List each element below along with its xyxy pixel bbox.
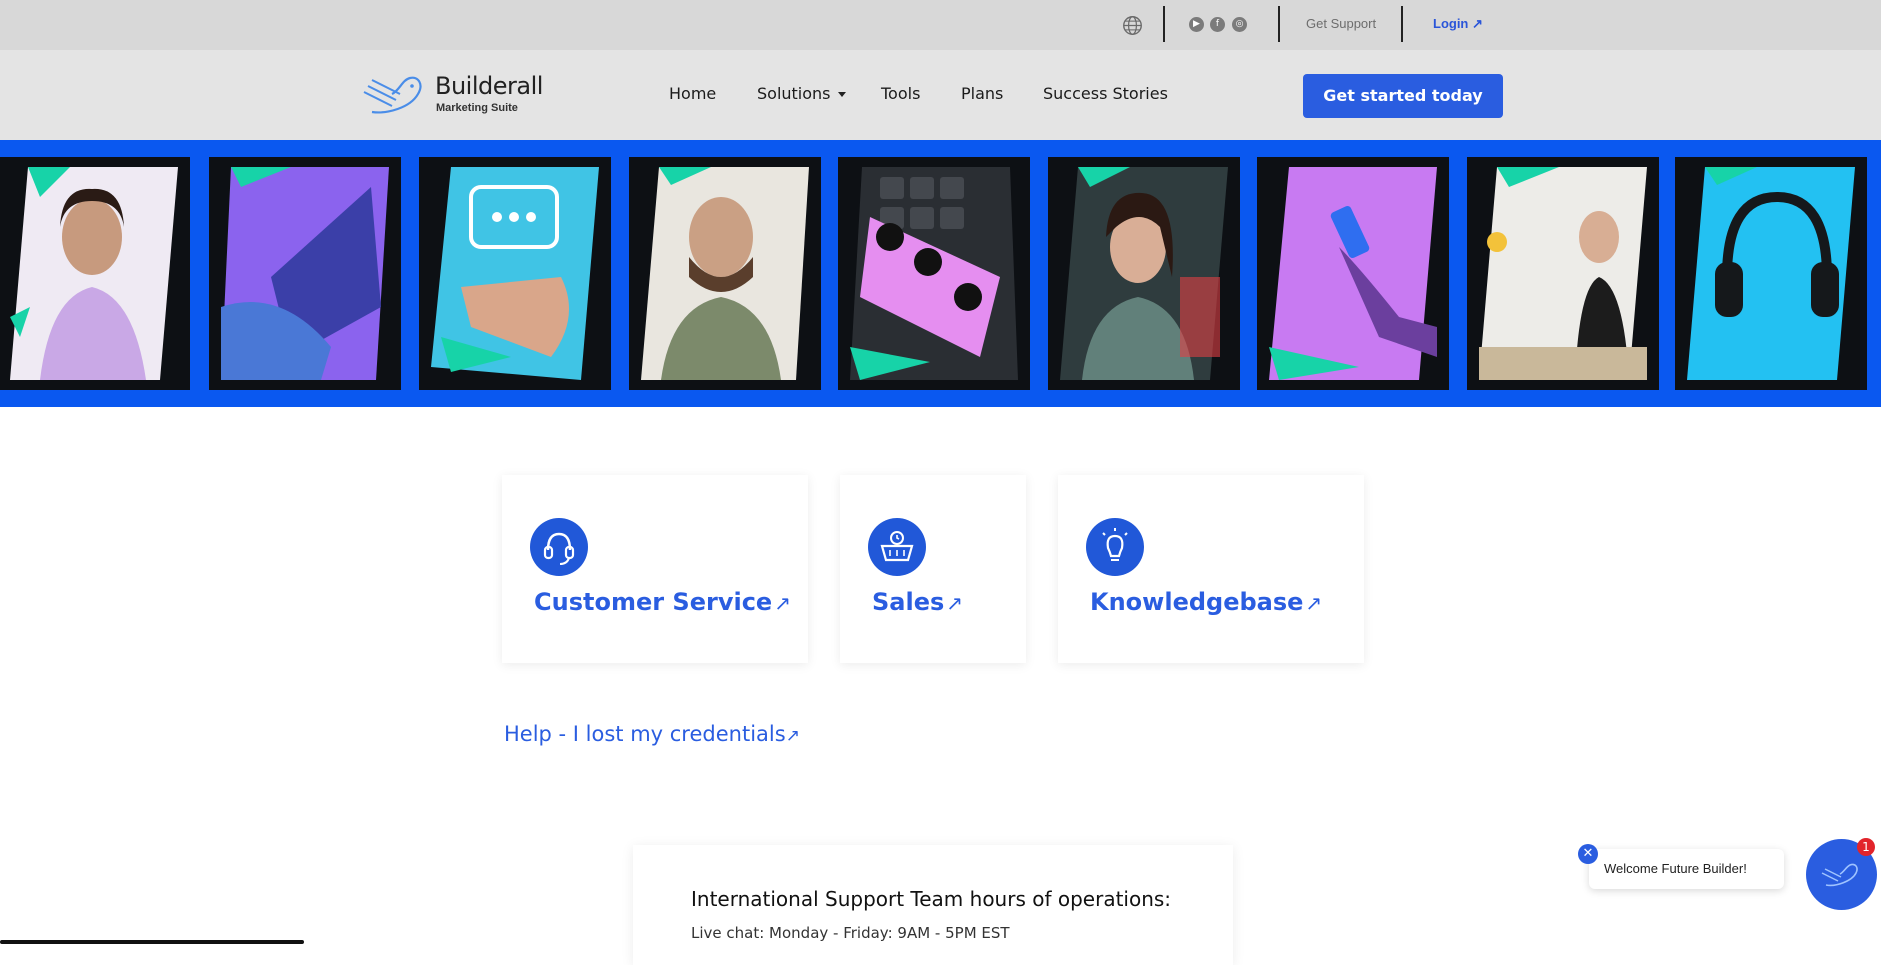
customer-service-card[interactable]: Customer Service ↗ [502,475,808,663]
nav-home[interactable]: Home [669,84,716,103]
builderall-logo-icon [363,76,422,114]
headset-icon [530,518,588,576]
brand-tagline: Marketing Suite [436,102,518,114]
knowledgebase-card[interactable]: Knowledgebase ↗ [1058,475,1364,663]
instagram-icon[interactable]: ◎ [1232,17,1247,32]
knowledgebase-title: Knowledgebase ↗ [1090,588,1323,616]
divider [1401,6,1403,42]
hero-photo-7 [1257,157,1449,390]
scroll-indicator [0,940,304,944]
hero-photo-5 [838,157,1030,390]
hero-photo-1 [0,157,190,390]
get-started-button[interactable]: Get started today [1303,74,1503,118]
arrow-up-right-icon: ↗ [946,591,964,615]
top-utility-bar: ▶ f ◎ Get Support Login ↗ [0,0,1881,50]
photo-laptop [221,167,389,380]
support-hours-title: International Support Team hours of oper… [691,887,1172,911]
main-nav: Builderall Marketing Suite Home Solution… [0,50,1881,140]
sales-card[interactable]: Sales ↗ [840,475,1026,663]
youtube-icon[interactable]: ▶ [1189,17,1204,32]
photo-woman-waving [1479,167,1647,380]
basket-clock-icon [868,518,926,576]
customer-service-title: Customer Service ↗ [534,588,791,616]
hero-photo-8 [1467,157,1659,390]
caret-down-icon [837,92,846,97]
close-icon[interactable]: ✕ [1578,844,1598,864]
sales-title: Sales ↗ [872,588,964,616]
globe-icon[interactable] [1122,15,1143,36]
login-link[interactable]: Login ↗ [1433,16,1483,32]
photo-man-headset [641,167,809,380]
lost-credentials-link[interactable]: Help - I lost my credentials↗ [504,722,800,746]
support-hours-panel: International Support Team hours of oper… [633,845,1233,965]
brand-logo[interactable]: Builderall Marketing Suite [362,70,543,120]
arrow-up-right-icon: ↗ [785,726,800,746]
divider [1163,6,1165,42]
hero-photo-6 [1048,157,1240,390]
nav-solutions-label: Solutions [757,84,831,103]
arrow-up-right-icon: ↗ [774,591,791,615]
hero-photo-2 [209,157,401,390]
notification-badge: 1 [1857,838,1875,856]
lightbulb-icon [1086,518,1144,576]
nav-solutions[interactable]: Solutions [757,84,846,103]
divider [1278,6,1280,42]
photo-phone-hand [1269,167,1437,380]
get-support-link[interactable]: Get Support [1306,16,1376,31]
nav-success-stories[interactable]: Success Stories [1043,84,1168,103]
photo-headphones [1687,167,1855,380]
chat-welcome-text: Welcome Future Builder! [1604,861,1747,876]
hero-photo-3 [419,157,611,390]
photo-chat-hand [431,167,599,380]
facebook-icon[interactable]: f [1210,17,1225,32]
photo-woman-headset [10,167,178,380]
brand-name: Builderall [435,72,543,100]
photo-keyboard [850,167,1018,380]
live-chat-hours: Live chat: Monday - Friday: 9AM - 5PM ES… [691,924,1010,942]
hero-photo-4 [629,157,821,390]
hero-photo-9 [1675,157,1867,390]
hero-image-strip [0,140,1881,407]
nav-plans[interactable]: Plans [961,84,1003,103]
chat-welcome-bubble[interactable]: Welcome Future Builder! [1589,849,1784,889]
nav-tools[interactable]: Tools [881,84,920,103]
arrow-up-right-icon: ↗ [1305,591,1323,615]
photo-woman-headset-2 [1060,167,1228,380]
